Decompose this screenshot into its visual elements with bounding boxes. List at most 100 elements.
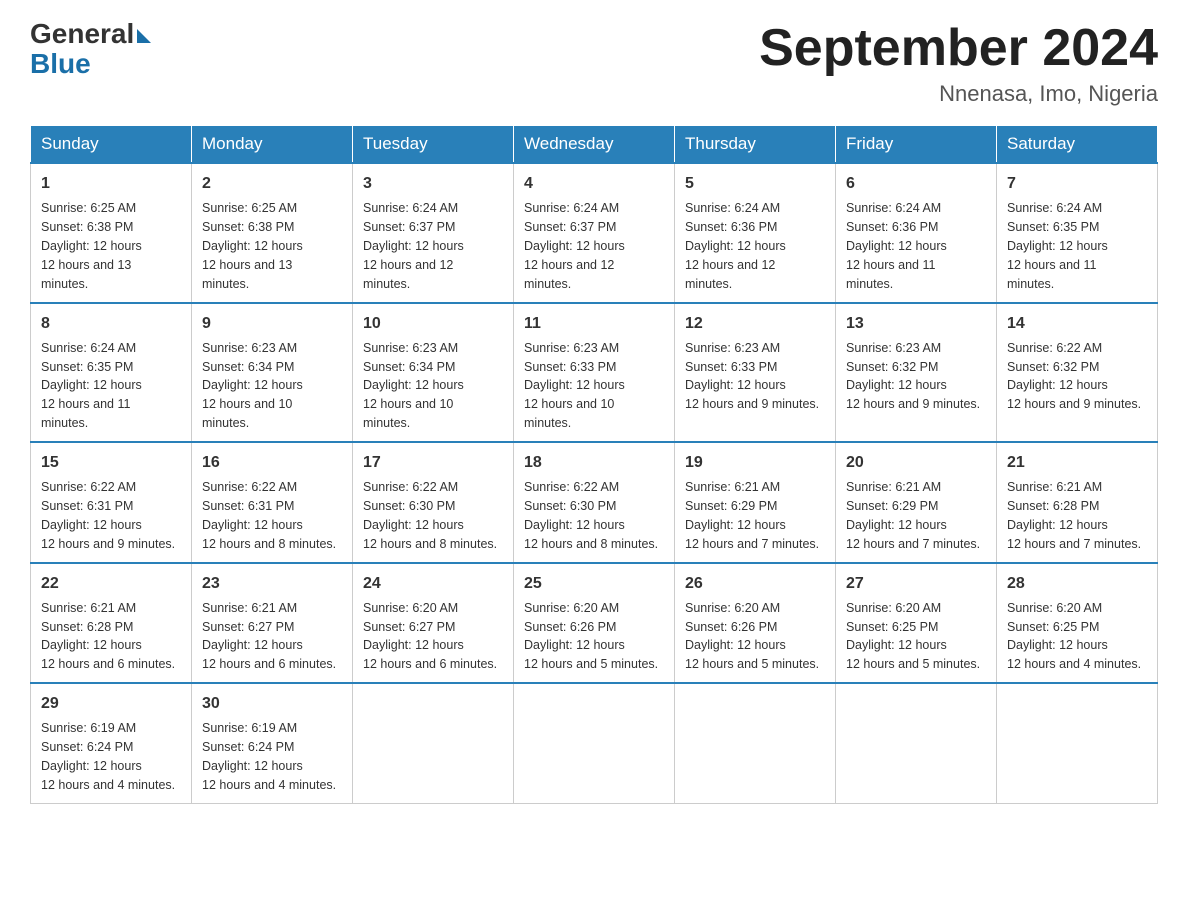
logo-blue-text: Blue (30, 48, 91, 80)
day-info: Sunrise: 6:23 AMSunset: 6:34 PMDaylight:… (202, 341, 303, 430)
calendar-cell: 18 Sunrise: 6:22 AMSunset: 6:30 PMDayligh… (514, 442, 675, 563)
day-number: 9 (202, 312, 342, 335)
day-info: Sunrise: 6:24 AMSunset: 6:37 PMDaylight:… (363, 201, 464, 290)
calendar-header-wednesday: Wednesday (514, 126, 675, 164)
day-info: Sunrise: 6:20 AMSunset: 6:26 PMDaylight:… (685, 601, 819, 672)
calendar-cell (836, 683, 997, 803)
calendar-cell: 3 Sunrise: 6:24 AMSunset: 6:37 PMDaylight… (353, 163, 514, 302)
day-info: Sunrise: 6:20 AMSunset: 6:25 PMDaylight:… (846, 601, 980, 672)
calendar-table: SundayMondayTuesdayWednesdayThursdayFrid… (30, 125, 1158, 804)
day-number: 14 (1007, 312, 1147, 335)
day-info: Sunrise: 6:25 AMSunset: 6:38 PMDaylight:… (41, 201, 142, 290)
day-number: 11 (524, 312, 664, 335)
calendar-cell: 25 Sunrise: 6:20 AMSunset: 6:26 PMDayligh… (514, 563, 675, 684)
day-info: Sunrise: 6:22 AMSunset: 6:31 PMDaylight:… (202, 480, 336, 551)
day-info: Sunrise: 6:24 AMSunset: 6:37 PMDaylight:… (524, 201, 625, 290)
day-info: Sunrise: 6:22 AMSunset: 6:30 PMDaylight:… (524, 480, 658, 551)
day-info: Sunrise: 6:20 AMSunset: 6:26 PMDaylight:… (524, 601, 658, 672)
calendar-cell: 16 Sunrise: 6:22 AMSunset: 6:31 PMDayligh… (192, 442, 353, 563)
day-info: Sunrise: 6:23 AMSunset: 6:33 PMDaylight:… (685, 341, 819, 412)
day-number: 6 (846, 172, 986, 195)
calendar-cell: 11 Sunrise: 6:23 AMSunset: 6:33 PMDayligh… (514, 303, 675, 442)
calendar-cell: 29 Sunrise: 6:19 AMSunset: 6:24 PMDayligh… (31, 683, 192, 803)
calendar-cell (353, 683, 514, 803)
calendar-cell: 23 Sunrise: 6:21 AMSunset: 6:27 PMDayligh… (192, 563, 353, 684)
day-info: Sunrise: 6:21 AMSunset: 6:29 PMDaylight:… (846, 480, 980, 551)
calendar-cell: 28 Sunrise: 6:20 AMSunset: 6:25 PMDayligh… (997, 563, 1158, 684)
calendar-cell (514, 683, 675, 803)
calendar-header-saturday: Saturday (997, 126, 1158, 164)
calendar-cell: 27 Sunrise: 6:20 AMSunset: 6:25 PMDayligh… (836, 563, 997, 684)
day-number: 28 (1007, 572, 1147, 595)
day-info: Sunrise: 6:20 AMSunset: 6:25 PMDaylight:… (1007, 601, 1141, 672)
day-number: 27 (846, 572, 986, 595)
day-number: 30 (202, 692, 342, 715)
logo: General Blue (30, 20, 151, 80)
day-info: Sunrise: 6:24 AMSunset: 6:36 PMDaylight:… (846, 201, 947, 290)
day-number: 4 (524, 172, 664, 195)
location-text: Nnenasa, Imo, Nigeria (759, 81, 1158, 107)
day-number: 5 (685, 172, 825, 195)
day-info: Sunrise: 6:21 AMSunset: 6:27 PMDaylight:… (202, 601, 336, 672)
calendar-cell: 24 Sunrise: 6:20 AMSunset: 6:27 PMDayligh… (353, 563, 514, 684)
day-info: Sunrise: 6:21 AMSunset: 6:28 PMDaylight:… (1007, 480, 1141, 551)
day-info: Sunrise: 6:21 AMSunset: 6:29 PMDaylight:… (685, 480, 819, 551)
calendar-cell: 6 Sunrise: 6:24 AMSunset: 6:36 PMDaylight… (836, 163, 997, 302)
calendar-cell: 4 Sunrise: 6:24 AMSunset: 6:37 PMDaylight… (514, 163, 675, 302)
day-info: Sunrise: 6:19 AMSunset: 6:24 PMDaylight:… (202, 721, 336, 792)
calendar-cell: 8 Sunrise: 6:24 AMSunset: 6:35 PMDaylight… (31, 303, 192, 442)
calendar-cell (675, 683, 836, 803)
day-info: Sunrise: 6:21 AMSunset: 6:28 PMDaylight:… (41, 601, 175, 672)
day-number: 25 (524, 572, 664, 595)
calendar-cell: 7Sunrise: 6:24 AMSunset: 6:35 PMDaylight… (997, 163, 1158, 302)
day-number: 16 (202, 451, 342, 474)
calendar-cell: 12 Sunrise: 6:23 AMSunset: 6:33 PMDayligh… (675, 303, 836, 442)
title-block: September 2024 Nnenasa, Imo, Nigeria (759, 20, 1158, 107)
calendar-header-thursday: Thursday (675, 126, 836, 164)
calendar-cell: 15 Sunrise: 6:22 AMSunset: 6:31 PMDayligh… (31, 442, 192, 563)
calendar-cell: 26Sunrise: 6:20 AMSunset: 6:26 PMDayligh… (675, 563, 836, 684)
day-number: 10 (363, 312, 503, 335)
day-info: Sunrise: 6:23 AMSunset: 6:34 PMDaylight:… (363, 341, 464, 430)
day-info: Sunrise: 6:24 AMSunset: 6:36 PMDaylight:… (685, 201, 786, 290)
logo-general-text: General (30, 20, 134, 48)
day-number: 12 (685, 312, 825, 335)
day-number: 8 (41, 312, 181, 335)
day-number: 22 (41, 572, 181, 595)
calendar-cell (997, 683, 1158, 803)
calendar-cell: 5 Sunrise: 6:24 AMSunset: 6:36 PMDaylight… (675, 163, 836, 302)
day-info: Sunrise: 6:22 AMSunset: 6:31 PMDaylight:… (41, 480, 175, 551)
calendar-cell: 9 Sunrise: 6:23 AMSunset: 6:34 PMDaylight… (192, 303, 353, 442)
day-info: Sunrise: 6:24 AMSunset: 6:35 PMDaylight:… (41, 341, 142, 430)
day-info: Sunrise: 6:19 AMSunset: 6:24 PMDaylight:… (41, 721, 175, 792)
day-info: Sunrise: 6:24 AMSunset: 6:35 PMDaylight:… (1007, 201, 1108, 290)
day-number: 15 (41, 451, 181, 474)
day-number: 24 (363, 572, 503, 595)
day-info: Sunrise: 6:22 AMSunset: 6:32 PMDaylight:… (1007, 341, 1141, 412)
calendar-cell: 10 Sunrise: 6:23 AMSunset: 6:34 PMDayligh… (353, 303, 514, 442)
day-number: 2 (202, 172, 342, 195)
calendar-header-friday: Friday (836, 126, 997, 164)
day-number: 18 (524, 451, 664, 474)
calendar-header-tuesday: Tuesday (353, 126, 514, 164)
calendar-cell: 2Sunrise: 6:25 AMSunset: 6:38 PMDaylight… (192, 163, 353, 302)
calendar-cell: 19 Sunrise: 6:21 AMSunset: 6:29 PMDayligh… (675, 442, 836, 563)
calendar-cell: 13Sunrise: 6:23 AMSunset: 6:32 PMDayligh… (836, 303, 997, 442)
page-header: General Blue September 2024 Nnenasa, Imo… (30, 20, 1158, 107)
calendar-cell: 21Sunrise: 6:21 AMSunset: 6:28 PMDayligh… (997, 442, 1158, 563)
day-number: 3 (363, 172, 503, 195)
day-number: 29 (41, 692, 181, 715)
calendar-cell: 30 Sunrise: 6:19 AMSunset: 6:24 PMDayligh… (192, 683, 353, 803)
day-info: Sunrise: 6:22 AMSunset: 6:30 PMDaylight:… (363, 480, 497, 551)
calendar-cell: 1Sunrise: 6:25 AMSunset: 6:38 PMDaylight… (31, 163, 192, 302)
calendar-header-row: SundayMondayTuesdayWednesdayThursdayFrid… (31, 126, 1158, 164)
day-info: Sunrise: 6:23 AMSunset: 6:33 PMDaylight:… (524, 341, 625, 430)
day-info: Sunrise: 6:20 AMSunset: 6:27 PMDaylight:… (363, 601, 497, 672)
day-info: Sunrise: 6:23 AMSunset: 6:32 PMDaylight:… (846, 341, 980, 412)
day-number: 19 (685, 451, 825, 474)
week-row-2: 8 Sunrise: 6:24 AMSunset: 6:35 PMDaylight… (31, 303, 1158, 442)
month-title: September 2024 (759, 20, 1158, 77)
calendar-cell: 14 Sunrise: 6:22 AMSunset: 6:32 PMDayligh… (997, 303, 1158, 442)
day-number: 23 (202, 572, 342, 595)
calendar-header-monday: Monday (192, 126, 353, 164)
